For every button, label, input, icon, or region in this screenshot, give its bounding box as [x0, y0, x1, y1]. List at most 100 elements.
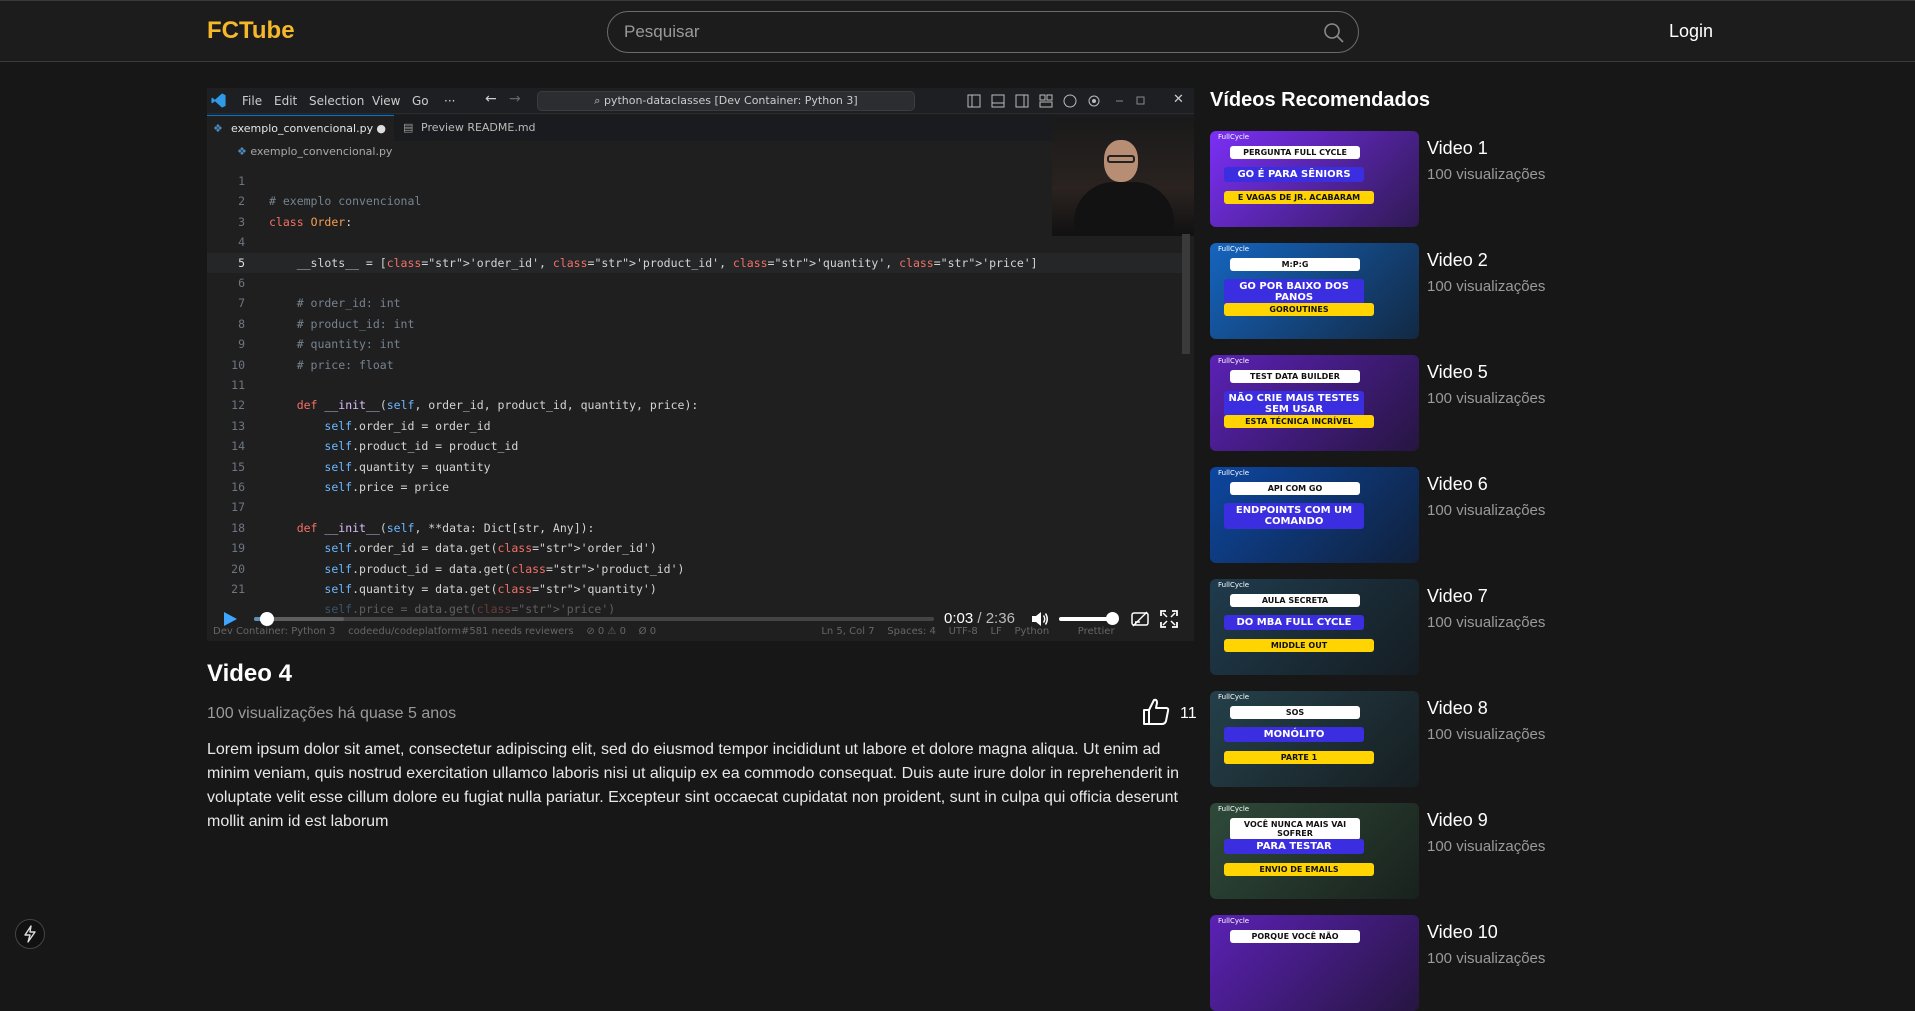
- editor-title-bar: File Edit Selection View Go ··· ← → ⌕ py…: [207, 88, 1194, 114]
- preview-icon: ▤: [403, 121, 414, 134]
- recommended-video-title[interactable]: Video 1: [1427, 138, 1488, 159]
- time-display: 0:03 / 2:36: [944, 610, 1015, 627]
- video-meta: 100 visualizações há quase 5 anos: [207, 705, 457, 722]
- line-number: 9: [238, 337, 245, 352]
- thumbnail-caption: GOROUTINES: [1224, 303, 1374, 316]
- unsaved-dot-icon: ●: [376, 122, 386, 135]
- recommended-video-views: 100 visualizações: [1427, 950, 1546, 967]
- thumbnail-caption: GO É PARA SÊNIORS: [1224, 167, 1364, 182]
- code-line: 15 self.quantity = quantity: [207, 457, 1187, 477]
- code-text: def __init__(self, **data: Dict[str, Any…: [296, 520, 595, 535]
- recommended-video-title[interactable]: Video 2: [1427, 250, 1488, 271]
- line-number: 13: [231, 418, 245, 433]
- editor-tabs: ❖ exemplo_convencional.py ● ▤ Preview RE…: [207, 115, 1194, 141]
- breadcrumb: ❖ exemplo_convencional.py: [237, 145, 392, 158]
- code-text: __slots__ = [class="str">'order_id', cla…: [269, 255, 1038, 270]
- recommended-video-title[interactable]: Video 5: [1427, 362, 1488, 383]
- thumbnail-caption: SOS: [1230, 706, 1360, 719]
- fullscreen-icon[interactable]: [1160, 610, 1178, 628]
- recommended-video-item[interactable]: FullCycle PERGUNTA FULL CYCLE GO É PARA SÊ…: [1210, 131, 1890, 227]
- current-time: 0:03: [944, 610, 974, 627]
- thumbnail-caption: E VAGAS DE JR. ACABARAM: [1224, 191, 1374, 204]
- video-thumbnail[interactable]: FullCycle PORQUE VOCÊ NÃO: [1210, 915, 1419, 1011]
- code-line: 19 self.order_id = data.get(class="str">…: [207, 538, 1187, 558]
- code-text: class Order:: [269, 214, 353, 229]
- back-arrow-icon: ←: [485, 91, 497, 107]
- video-thumbnail[interactable]: FullCycle AULA SECRETA DO MBA FULL CYCLE MI…: [1210, 579, 1419, 675]
- progress-bar[interactable]: [254, 612, 934, 626]
- thumbnail-caption: PARA TESTAR: [1224, 839, 1364, 854]
- line-number: 7: [238, 296, 245, 311]
- code-line: 9 # quantity: int: [207, 334, 1187, 354]
- login-link[interactable]: Login: [1669, 21, 1713, 42]
- code-text: self.order_id = order_id: [324, 418, 491, 433]
- logo[interactable]: FCTube: [207, 17, 295, 45]
- video-thumbnail[interactable]: FullCycle PERGUNTA FULL CYCLE GO É PARA SÊ…: [1210, 131, 1419, 227]
- video-thumbnail[interactable]: FullCycle TEST DATA BUILDER NÃO CRIE MAIS …: [1210, 355, 1419, 451]
- menu-go: Go: [412, 94, 429, 108]
- search-input[interactable]: [624, 21, 1304, 43]
- code-line: 21 self.quantity = data.get(class="str">…: [207, 579, 1187, 599]
- thumbnail-brand: FullCycle: [1218, 469, 1250, 477]
- recommended-video-title[interactable]: Video 10: [1427, 922, 1498, 943]
- menu-edit: Edit: [274, 94, 298, 108]
- captions-off-icon[interactable]: [1131, 610, 1149, 628]
- thumbnail-caption: PARTE 1: [1224, 751, 1374, 764]
- recommended-video-item[interactable]: FullCycle PORQUE VOCÊ NÃO Video 10 100 visu…: [1210, 915, 1890, 1011]
- code-text: self.product_id = data.get(class="str">'…: [324, 561, 685, 576]
- recommended-video-views: 100 visualizações: [1427, 166, 1546, 183]
- play-icon[interactable]: [222, 611, 238, 627]
- recommended-video-item[interactable]: FullCycle API COM GO ENDPOINTS COM UM COMA…: [1210, 467, 1890, 563]
- line-number: 3: [238, 214, 245, 229]
- recommended-video-item[interactable]: FullCycle AULA SECRETA DO MBA FULL CYCLE MI…: [1210, 579, 1890, 675]
- recommended-video-title[interactable]: Video 7: [1427, 586, 1488, 607]
- thumbnail-caption: M:P:G: [1230, 258, 1360, 271]
- video-thumbnail[interactable]: FullCycle VOCÊ NUNCA MAIS VAI SOFRER PARA …: [1210, 803, 1419, 899]
- close-window-icon: ✕: [1173, 92, 1184, 107]
- volume-slider[interactable]: [1059, 612, 1119, 625]
- video-thumbnail[interactable]: FullCycle M:P:G GO POR BAIXO DOS PANOS GORO…: [1210, 243, 1419, 339]
- thumbnail-caption: GO POR BAIXO DOS PANOS: [1224, 279, 1364, 305]
- recommended-video-item[interactable]: FullCycle M:P:G GO POR BAIXO DOS PANOS GORO…: [1210, 243, 1890, 339]
- line-number: 10: [231, 357, 245, 372]
- code-text: # order_id: int: [269, 296, 401, 311]
- recommended-video-title[interactable]: Video 8: [1427, 698, 1488, 719]
- thumbnail-caption: VOCÊ NUNCA MAIS VAI SOFRER: [1230, 818, 1360, 840]
- recommended-video-item[interactable]: FullCycle VOCÊ NUNCA MAIS VAI SOFRER PARA …: [1210, 803, 1890, 899]
- forward-arrow-icon: →: [509, 91, 521, 107]
- recommended-video-item[interactable]: FullCycle TEST DATA BUILDER NÃO CRIE MAIS …: [1210, 355, 1890, 451]
- thumbnail-brand: FullCycle: [1218, 133, 1250, 141]
- code-line: 2 # exemplo convencional: [207, 191, 1187, 211]
- recommended-video-item[interactable]: FullCycle SOS MONÓLITO PARTE 1 Video 8 100 vi…: [1210, 691, 1890, 787]
- command-center-text: python-dataclasses [Dev Container: Pytho…: [603, 94, 858, 107]
- recommended-video-title[interactable]: Video 9: [1427, 810, 1488, 831]
- line-number: 11: [231, 378, 245, 392]
- video-player[interactable]: File Edit Selection View Go ··· ← → ⌕ py…: [207, 88, 1194, 641]
- recommended-heading: Vídeos Recomendados: [1210, 89, 1431, 111]
- video-title: Video 4: [207, 660, 292, 687]
- line-number: 4: [238, 235, 245, 250]
- thumbnail-caption: PERGUNTA FULL CYCLE: [1230, 146, 1360, 159]
- progress-knob[interactable]: [259, 612, 274, 626]
- presenter-body: [1074, 182, 1174, 236]
- line-number: 6: [238, 276, 245, 290]
- dev-tools-button[interactable]: [15, 919, 45, 949]
- volume-knob[interactable]: [1106, 612, 1119, 625]
- line-number: 5: [238, 255, 245, 270]
- presenter-glasses: [1107, 155, 1135, 163]
- video-thumbnail[interactable]: FullCycle SOS MONÓLITO PARTE 1: [1210, 691, 1419, 787]
- recommended-video-views: 100 visualizações: [1427, 278, 1546, 295]
- thumbnail-caption: TEST DATA BUILDER: [1230, 370, 1360, 383]
- line-number: 1: [238, 174, 245, 188]
- recommended-video-title[interactable]: Video 6: [1427, 474, 1488, 495]
- search-icon[interactable]: [1322, 21, 1346, 45]
- player-controls: 0:03 / 2:36: [207, 608, 1194, 630]
- code-text: self.price = price: [324, 480, 450, 494]
- code-text: self.order_id = data.get(class="str">'or…: [324, 541, 657, 556]
- thumbs-up-icon[interactable]: [1141, 697, 1171, 727]
- video-thumbnail[interactable]: FullCycle API COM GO ENDPOINTS COM UM COMA…: [1210, 467, 1419, 563]
- volume-icon[interactable]: [1031, 610, 1049, 628]
- thumbnail-brand: FullCycle: [1218, 917, 1250, 925]
- thumbnail-brand: FullCycle: [1218, 693, 1250, 701]
- line-number: 19: [231, 541, 245, 556]
